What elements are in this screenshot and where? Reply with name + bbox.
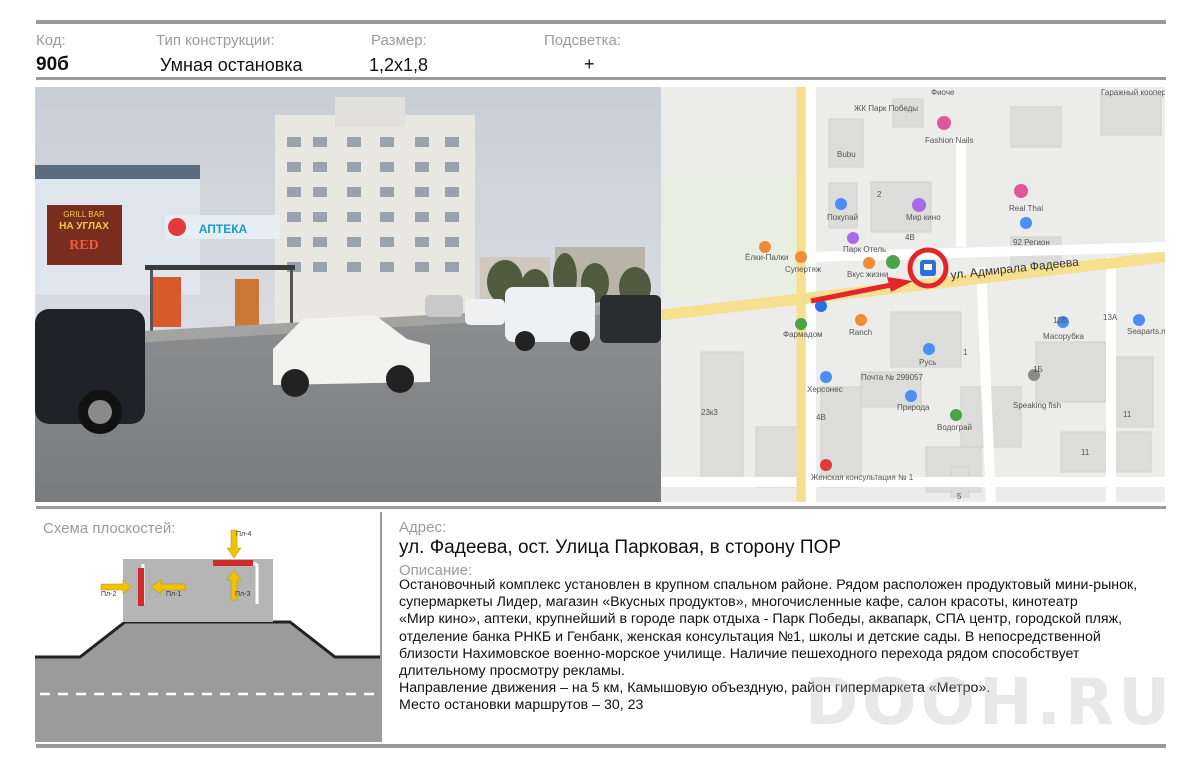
address-value: ул. Фадеева, ост. Улица Парковая, в стор… (399, 537, 842, 558)
vertical-divider (380, 512, 382, 742)
map-label: Ёлки-Палки (745, 253, 788, 262)
house-number: 1 (963, 348, 968, 357)
map-label: Мир кино (906, 213, 941, 222)
map-label: Fashion Nails (925, 136, 973, 145)
street-photo: GRILL BAR НА УГЛАХ RED АПТЕКА (35, 87, 661, 502)
house-number: 4В (816, 413, 826, 422)
map-label: Херсонес (807, 385, 843, 394)
house-number: 13В (1053, 316, 1067, 325)
house-number: 1Б (1033, 365, 1043, 374)
house-number: 23к3 (701, 408, 718, 417)
map-label: Seaparts.ru (1127, 327, 1165, 336)
sign-red: RED (69, 238, 99, 253)
light-value: + (584, 54, 595, 74)
house-number: 2 (877, 190, 882, 199)
description-line: отделение банка РНКБ и Генбанк, женская … (399, 628, 1101, 645)
sign-pharmacy: АПТЕКА (199, 222, 248, 236)
map-label: Масорубка (1043, 332, 1084, 341)
code-value: 90б (36, 54, 69, 75)
description-line: «Мир кино», аптеки, крупнейший в городе … (399, 611, 1123, 628)
plane-1-panel (138, 568, 144, 606)
light-label: Подсветка: (544, 32, 621, 49)
bottom-rule (36, 744, 1166, 748)
map-label: Покупай (827, 213, 858, 222)
map-label: Real Thai (1009, 204, 1043, 213)
top-rule (36, 20, 1166, 24)
plane-4-label: Пл-4 (236, 531, 251, 538)
house-number: 11 (1081, 448, 1090, 457)
map-label: Природа (897, 403, 930, 412)
map-label: Вкус жизни (847, 270, 888, 279)
plane-2-label: Пл-2 (101, 591, 116, 598)
type-value: Умная остановка (160, 55, 303, 75)
map-label: Русь (919, 358, 936, 367)
planes-scheme: Схема плоскостей: Пл-2 Пл-1 Пл-3 Пл-4 (35, 512, 380, 742)
map-label: Почта № 299057 (861, 373, 923, 382)
street-photo-illustration: GRILL BAR НА УГЛАХ RED АПТЕКА (35, 87, 661, 502)
sign-grill: GRILL BAR (63, 210, 105, 219)
plane-4-panel (213, 560, 253, 566)
header-rule (36, 77, 1166, 80)
watermark-logo: DOOH.RU (805, 666, 1175, 740)
code-label: Код: (36, 32, 66, 49)
map-label: Speaking fish (1013, 401, 1061, 410)
map-label: Bubu (837, 150, 856, 159)
size-value: 1,2x1,8 (369, 55, 429, 75)
description-line: близости Нахимовское военно-морское учил… (399, 645, 1080, 662)
map-label: Фиоче (931, 88, 955, 97)
map-label: Парк Отель (843, 245, 886, 254)
location-map[interactable]: ул. Адмирала Фадеева ЖК Парк Победы Фиоч… (661, 87, 1165, 502)
plane-3-label: Пл-3 (235, 591, 250, 598)
map-label: 92 Регион (1013, 238, 1050, 247)
description-line: Остановочный комплекс установлен в крупн… (399, 577, 1138, 593)
scheme-diagram: Пл-2 Пл-1 Пл-3 Пл-4 (35, 529, 380, 742)
size-label: Размер: (371, 32, 427, 49)
address-label: Адрес: (399, 519, 447, 536)
map-label: Фармадом (783, 330, 823, 339)
map-label: Женская консультация № 1 (811, 473, 914, 482)
description-line: супермаркеты Лидер, магазин «Вкусных про… (399, 594, 1078, 611)
map-label: Водограй (937, 423, 972, 432)
plane-1-label: Пл-1 (166, 591, 181, 598)
house-number: 5 (957, 492, 962, 501)
sign-nauglah: НА УГЛАХ (59, 221, 109, 232)
map-label: ЖК Парк Победы (854, 104, 918, 113)
map-label: Гаражный кооператив (1101, 88, 1165, 97)
type-label: Тип конструкции: (156, 32, 275, 49)
map-label: Ranch (849, 328, 872, 337)
house-number: 4В (905, 233, 915, 242)
map-illustration: ул. Адмирала Фадеева ЖК Парк Победы Фиоч… (661, 87, 1165, 502)
map-label: Супертяж (785, 265, 822, 274)
house-number: 13А (1103, 313, 1118, 322)
section-rule (36, 506, 1166, 509)
house-number: 11 (1123, 410, 1132, 419)
